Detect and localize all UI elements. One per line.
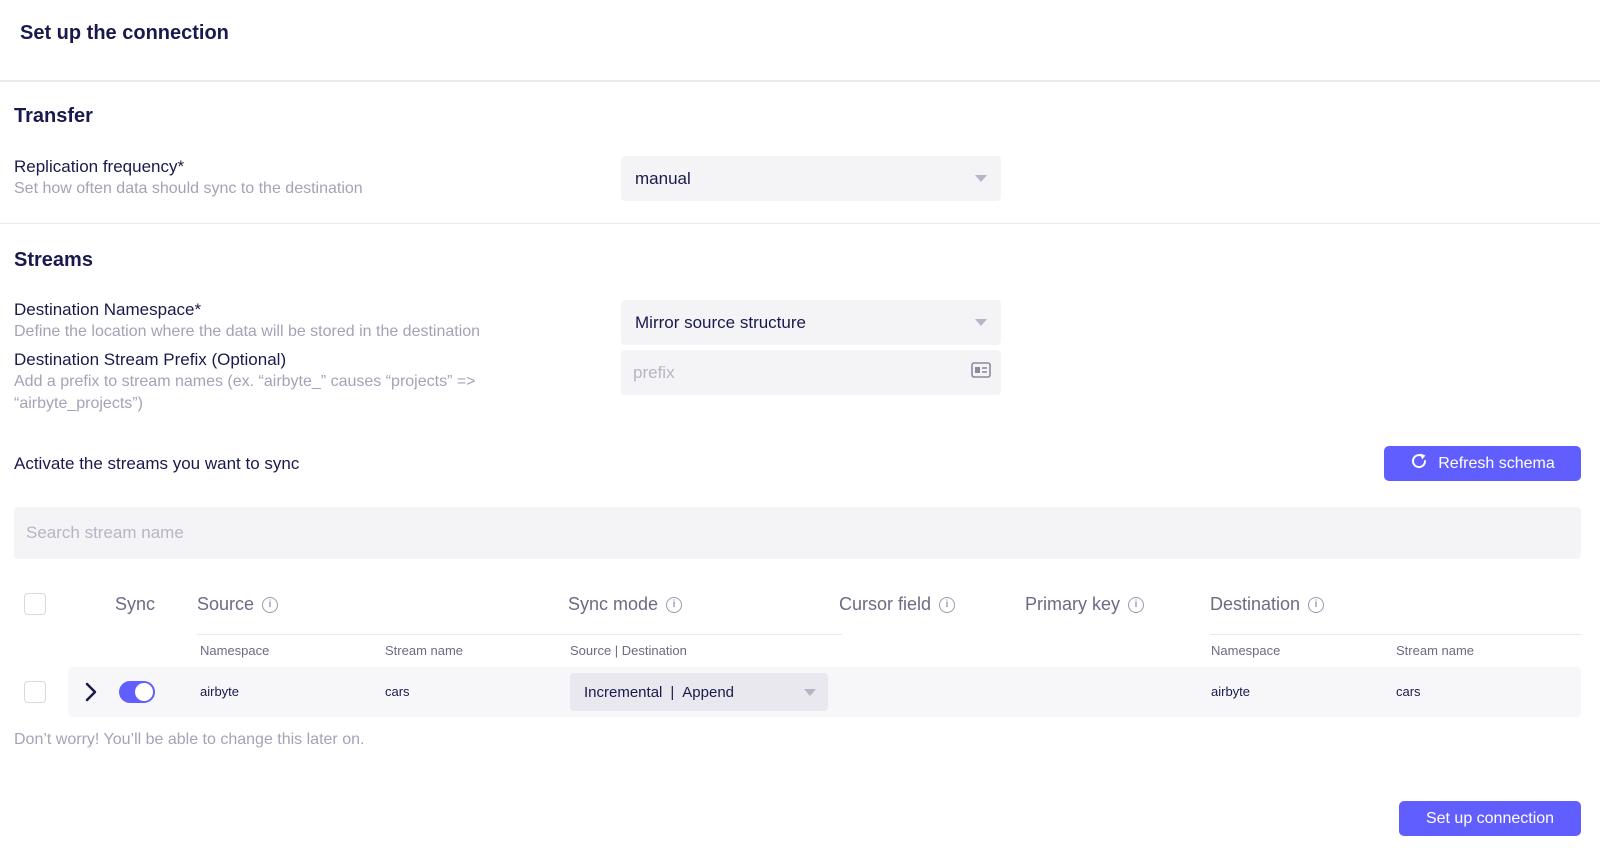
source-stream-name-cell: cars [385, 684, 410, 699]
destination-column-header: Destination i [1210, 594, 1325, 615]
info-icon[interactable]: i [666, 596, 683, 613]
sync-mode-header-label: Sync mode [568, 594, 659, 614]
stream-prefix-label: Destination Stream Prefix (Optional) [14, 350, 287, 369]
sync-toggle-knob [135, 683, 153, 701]
info-icon[interactable]: i [1128, 596, 1145, 613]
source-namespace-subheader: Namespace [200, 643, 270, 658]
cursor-field-column-header: Cursor field i [839, 594, 956, 615]
section-divider [0, 223, 1600, 224]
sync-mode-subheader: Source | Destination [570, 643, 687, 658]
change-later-note: Don’t worry! You’ll be able to change th… [14, 731, 365, 748]
destination-stream-name-cell: cars [1396, 684, 1421, 699]
cursor-field-header-label: Cursor field [839, 594, 932, 614]
stream-prefix-input[interactable] [633, 362, 971, 383]
search-stream-field[interactable] [14, 507, 1581, 559]
source-subheader-divider [197, 634, 842, 635]
sync-mode-separator: | [670, 683, 675, 701]
header-divider [0, 80, 1600, 82]
info-icon[interactable]: i [1308, 596, 1325, 613]
transfer-section-title: Transfer [14, 105, 93, 127]
source-header-label: Source [197, 594, 255, 614]
source-namespace-cell: airbyte [200, 684, 240, 699]
page-title: Set up the connection [20, 22, 229, 44]
chevron-right-icon[interactable] [84, 681, 98, 708]
source-stream-name-subheader: Stream name [385, 643, 464, 658]
stream-prefix-description-line1: Add a prefix to stream names (ex. “airby… [14, 373, 476, 390]
destination-namespace-label: Destination Namespace* [14, 300, 202, 319]
refresh-schema-label: Refresh schema [1438, 454, 1555, 472]
destination-header-label: Destination [1210, 594, 1301, 614]
source-column-header: Source i [197, 594, 279, 615]
sync-mode-column-header: Sync mode i [568, 594, 683, 615]
primary-key-column-header: Primary key i [1025, 594, 1145, 615]
info-icon[interactable]: i [939, 596, 956, 613]
destination-stream-name-subheader: Stream name [1396, 643, 1475, 658]
refresh-schema-button[interactable]: Refresh schema [1384, 446, 1581, 481]
primary-key-header-label: Primary key [1025, 594, 1121, 614]
sync-toggle[interactable] [119, 681, 155, 703]
replication-frequency-dropdown[interactable]: manual [621, 156, 1001, 201]
destination-namespace-subheader: Namespace [1211, 643, 1281, 658]
sync-mode-dropdown[interactable]: Incremental | Append [570, 673, 828, 711]
streams-section-title: Streams [14, 249, 93, 271]
refresh-icon [1410, 452, 1428, 475]
sync-header-label: Sync [115, 594, 156, 614]
replication-frequency-label: Replication frequency* [14, 157, 185, 176]
info-icon[interactable]: i [262, 596, 279, 613]
stream-prefix-description-line2: “airbyte_projects”) [14, 395, 143, 412]
stream-prefix-field[interactable] [621, 350, 1001, 395]
id-card-icon [971, 362, 991, 383]
sync-mode-source: Incremental [584, 683, 663, 701]
chevron-down-icon [975, 319, 987, 326]
destination-namespace-cell: airbyte [1211, 684, 1251, 699]
chevron-down-icon [975, 175, 987, 182]
sync-mode-destination: Append [682, 683, 734, 701]
select-all-checkbox[interactable] [24, 593, 46, 615]
destination-namespace-value: Mirror source structure [635, 312, 806, 332]
search-stream-input[interactable] [26, 523, 1581, 543]
destination-namespace-dropdown[interactable]: Mirror source structure [621, 300, 1001, 345]
set-up-connection-button[interactable]: Set up connection [1399, 801, 1581, 836]
destination-subheader-divider [1210, 634, 1581, 635]
replication-frequency-value: manual [635, 168, 691, 188]
replication-frequency-description: Set how often data should sync to the de… [14, 180, 363, 197]
destination-namespace-description: Define the location where the data will … [14, 323, 481, 340]
sync-column-header: Sync [115, 594, 155, 615]
activate-streams-label: Activate the streams you want to sync [14, 454, 300, 473]
chevron-down-icon [804, 688, 816, 696]
row-checkbox[interactable] [24, 681, 46, 703]
